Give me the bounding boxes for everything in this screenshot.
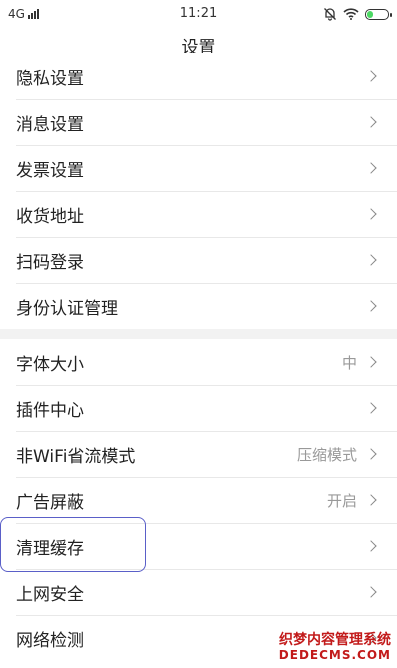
item-label: 收货地址 [16,206,84,227]
settings-item-invoice[interactable]: 发票设置 [0,145,397,191]
settings-group-account: 隐私设置 消息设置 发票设置 收货地址 扫码登录 身份认证管理 [0,53,397,329]
settings-item-identity[interactable]: 身份认证管理 [0,283,397,329]
wifi-icon [343,8,359,20]
chevron-right-icon [365,540,377,552]
settings-item-plugins[interactable]: 插件中心 [0,385,397,431]
battery-icon [365,8,392,20]
settings-item-message[interactable]: 消息设置 [0,99,397,145]
item-label: 身份认证管理 [16,298,118,319]
settings-item-scan-login[interactable]: 扫码登录 [0,237,397,283]
watermark-line2: DEDECMS.COM [278,647,391,662]
item-label: 上网安全 [16,584,84,605]
item-label: 插件中心 [16,400,84,421]
item-value: 压缩模式 [296,445,357,464]
settings-item-data-saver[interactable]: 非WiFi省流模式 压缩模式 [0,431,397,477]
chevron-right-icon [365,402,377,414]
chevron-right-icon [365,116,377,128]
watermark-line1: 织梦内容管理系统 [279,632,391,649]
settings-item-privacy[interactable]: 隐私设置 [0,53,397,99]
item-label: 广告屏蔽 [16,492,84,513]
status-right [323,7,392,21]
settings-group-browser: 字体大小 中 插件中心 非WiFi省流模式 压缩模式 广告屏蔽 开启 清理缓存 … [0,339,397,661]
settings-item-address[interactable]: 收货地址 [0,191,397,237]
mute-bell-icon [324,8,336,21]
chevron-right-icon [365,162,377,174]
chevron-right-icon [365,448,377,460]
chevron-right-icon [365,586,377,598]
item-label: 清理缓存 [16,538,84,559]
chevron-right-icon [365,494,377,506]
item-value: 中 [341,353,357,372]
chevron-right-icon [365,300,377,312]
item-label: 扫码登录 [16,252,84,273]
item-label: 消息设置 [16,114,84,135]
chevron-right-icon [365,356,377,368]
item-label: 字体大小 [16,354,84,375]
item-value: 开启 [326,491,357,510]
settings-item-web-security[interactable]: 上网安全 [0,569,397,615]
item-label: 发票设置 [16,160,84,181]
settings-item-clear-cache[interactable]: 清理缓存 [0,523,397,569]
settings-item-font-size[interactable]: 字体大小 中 [0,339,397,385]
group-divider [0,329,397,339]
settings-item-ad-block[interactable]: 广告屏蔽 开启 [0,477,397,523]
item-label: 隐私设置 [16,68,84,89]
chevron-right-icon [365,254,377,266]
watermark: 织梦内容管理系统 DEDECMS.COM [279,633,391,662]
chevron-right-icon [365,70,377,82]
item-label: 非WiFi省流模式 [16,446,136,467]
status-bar: 4G 11:21 [0,0,397,30]
chevron-right-icon [365,208,377,220]
